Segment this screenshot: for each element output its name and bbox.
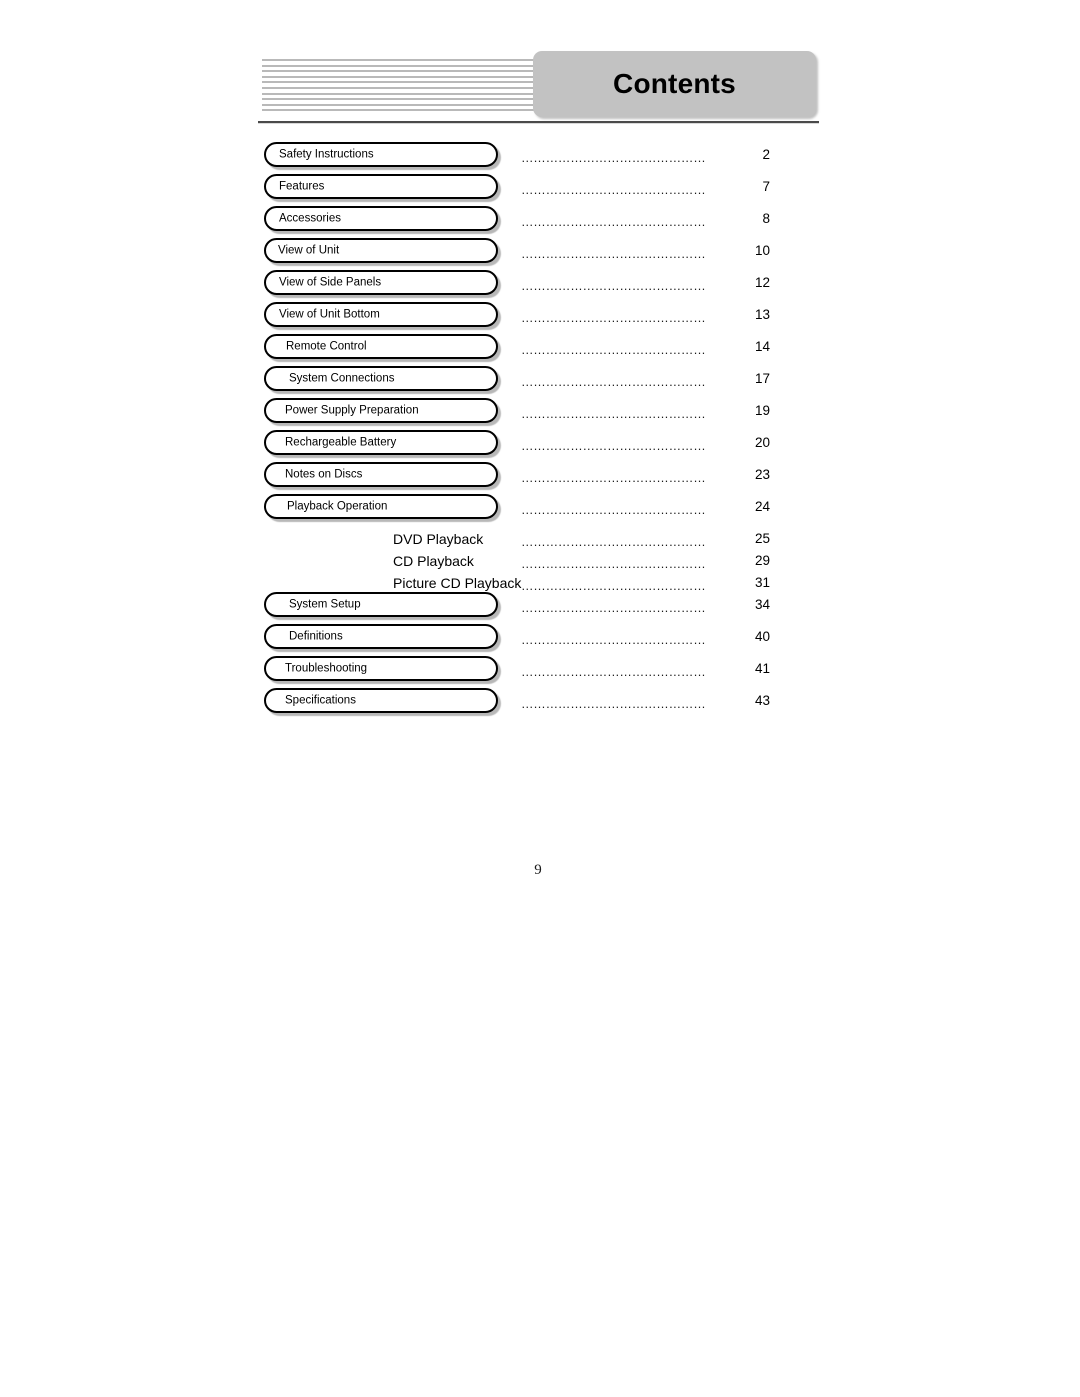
toc-entry-label: View of Unit Bottom bbox=[279, 308, 380, 321]
toc-row[interactable]: View of Unit Bottom………………………………………………… 13 bbox=[258, 300, 818, 330]
toc-row[interactable]: Notes on Discs………………………………………………… 23 bbox=[258, 460, 818, 490]
toc-page-number: 31 bbox=[706, 575, 770, 590]
decorative-stripes bbox=[262, 59, 540, 112]
toc-row[interactable]: Troubleshooting………………………………………………… 41 bbox=[258, 654, 818, 684]
stripe-line bbox=[262, 64, 540, 67]
toc-row[interactable]: Definitions………………………………………………… 40 bbox=[258, 622, 818, 652]
stripe-line bbox=[262, 81, 540, 84]
stripe-line bbox=[262, 70, 540, 73]
toc-page-number: 29 bbox=[706, 553, 770, 568]
toc-page-number: 14 bbox=[706, 339, 770, 354]
stripe-line bbox=[262, 75, 540, 78]
stripe-line bbox=[262, 92, 540, 95]
header-divider bbox=[258, 121, 819, 124]
toc-page-number: 13 bbox=[706, 307, 770, 322]
toc-entry-label: System Setup bbox=[289, 598, 361, 611]
toc-page-number: 20 bbox=[706, 435, 770, 450]
toc-page-number: 40 bbox=[706, 629, 770, 644]
toc-page-number: 34 bbox=[706, 597, 770, 612]
toc-entry-label: Playback Operation bbox=[287, 500, 388, 513]
toc-entry-label: Troubleshooting bbox=[285, 662, 368, 675]
toc-page-number: 7 bbox=[706, 179, 770, 194]
toc-entry-label: Features bbox=[279, 180, 325, 193]
toc-page-number: 19 bbox=[706, 403, 770, 418]
toc-page-number: 41 bbox=[706, 661, 770, 676]
toc-entry-label: Safety Instructions bbox=[279, 148, 374, 161]
page-title: Contents bbox=[613, 68, 736, 99]
toc-subentry-label: Picture CD Playback bbox=[393, 575, 522, 591]
toc-entry-label: Definitions bbox=[289, 630, 343, 643]
toc-row[interactable]: Playback Operation………………………………………………… 24 bbox=[258, 492, 818, 522]
toc-entry-label: Power Supply Preparation bbox=[285, 404, 419, 417]
toc-subentry-label: CD Playback bbox=[393, 553, 474, 569]
toc-row[interactable]: Power Supply Preparation…………………………………………… bbox=[258, 396, 818, 426]
toc-row[interactable]: Rechargeable Battery………………………………………………… 2… bbox=[258, 428, 818, 458]
toc-page-number: 12 bbox=[706, 275, 770, 290]
toc-row[interactable]: Accessories………………………………………………… 8 bbox=[258, 204, 818, 234]
toc-page-number: 8 bbox=[706, 211, 770, 226]
toc-page-number: 43 bbox=[706, 693, 770, 708]
toc-subentry-label: DVD Playback bbox=[393, 531, 484, 547]
toc-page-number: 2 bbox=[706, 147, 770, 162]
stripe-line bbox=[262, 87, 540, 89]
toc-row[interactable]: System Setup………………………………………………… 34 bbox=[258, 590, 818, 620]
toc-page-number: 25 bbox=[706, 531, 770, 546]
toc-entry-label: View of Side Panels bbox=[279, 276, 382, 289]
toc-page-number: 17 bbox=[706, 371, 770, 386]
toc-row[interactable]: View of Side Panels………………………………………………… 12 bbox=[258, 268, 818, 298]
toc-entry-label: Accessories bbox=[279, 212, 341, 225]
toc-entry-label: Notes on Discs bbox=[285, 468, 363, 481]
toc-row[interactable]: Safety Instructions………………………………………………… 2 bbox=[258, 140, 818, 170]
toc-entry-label: Specifications bbox=[285, 694, 356, 707]
toc-entry-label: System Connections bbox=[289, 372, 395, 385]
toc-page-number: 10 bbox=[706, 243, 770, 258]
stripe-line bbox=[262, 109, 540, 112]
toc-row[interactable]: Specifications………………………………………………… 43 bbox=[258, 686, 818, 716]
toc-entry-label: Rechargeable Battery bbox=[285, 436, 397, 449]
toc-row[interactable]: System Connections………………………………………………… 17 bbox=[258, 364, 818, 394]
stripe-line bbox=[262, 103, 540, 106]
stripe-line bbox=[262, 98, 540, 101]
toc-page-number: 23 bbox=[706, 467, 770, 482]
toc-entry-label: Remote Control bbox=[286, 340, 367, 353]
contents-title-plate: Contents bbox=[533, 51, 816, 117]
toc-page-number: 24 bbox=[706, 499, 770, 514]
toc-row[interactable]: Remote Control………………………………………………… 14 bbox=[258, 332, 818, 362]
folio-page-number: 9 bbox=[534, 862, 542, 878]
stripe-line bbox=[262, 59, 540, 61]
toc-entry-label: View of Unit bbox=[278, 244, 340, 257]
toc-row[interactable]: View of Unit………………………………………………… 10 bbox=[258, 236, 818, 266]
page-header: Contents bbox=[258, 50, 818, 118]
toc-row[interactable]: Features………………………………………………… 7 bbox=[258, 172, 818, 202]
